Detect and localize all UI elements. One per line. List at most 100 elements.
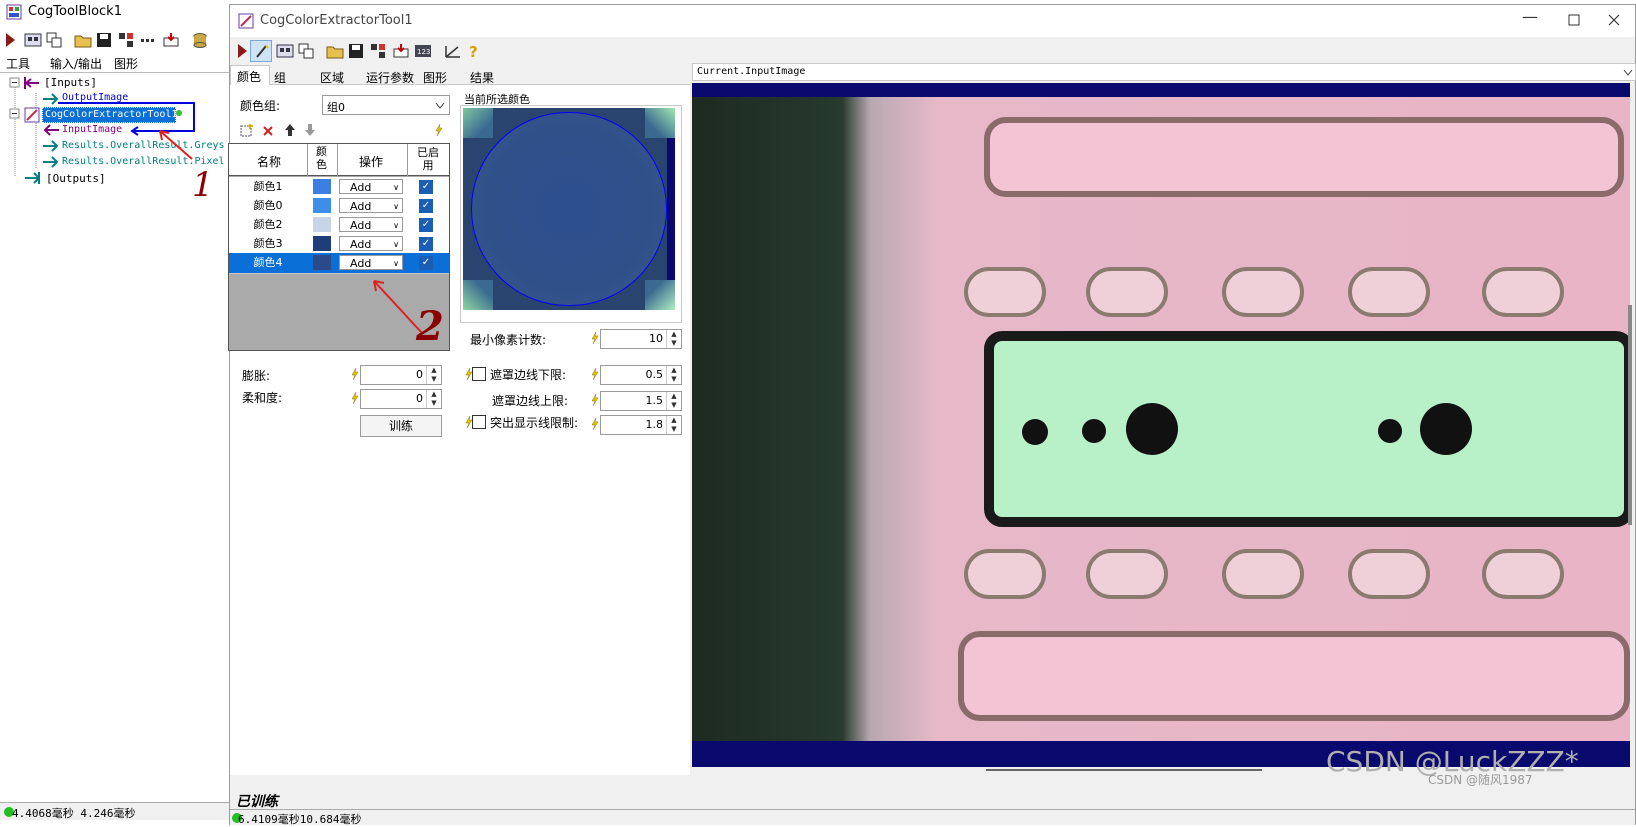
color-group-label: 颜色组: bbox=[240, 99, 281, 113]
min-pixel-electric-icon[interactable] bbox=[590, 331, 600, 345]
svg-text:?: ? bbox=[469, 43, 478, 59]
close-button[interactable] bbox=[1608, 14, 1620, 26]
min-pixel-value: 10 bbox=[649, 332, 663, 345]
numeric-icon[interactable]: 123 bbox=[414, 43, 432, 59]
color-row-name: 颜色1 bbox=[253, 180, 283, 193]
tab-color[interactable]: 颜色 bbox=[230, 65, 270, 86]
mask-lower-stepper[interactable]: ▲ ▼ bbox=[666, 366, 681, 384]
measure-icon[interactable] bbox=[444, 43, 462, 59]
database-icon[interactable] bbox=[192, 32, 208, 48]
delete-color-icon[interactable] bbox=[262, 125, 274, 137]
color-table-row[interactable]: 颜色3 Add ∨ ✓ bbox=[229, 234, 449, 255]
open-folder-icon[interactable] bbox=[74, 32, 92, 48]
image-horizontal-scrollbar[interactable] bbox=[986, 769, 1262, 771]
color-row-swatch bbox=[313, 217, 331, 232]
display-icon[interactable] bbox=[24, 32, 42, 48]
color-row-enabled-checkbox[interactable]: ✓ bbox=[419, 237, 433, 251]
min-pixel-label: 最小像素计数: bbox=[470, 333, 547, 347]
electric-toggle-button[interactable] bbox=[250, 40, 272, 62]
color-row-enabled-checkbox[interactable]: ✓ bbox=[419, 180, 433, 194]
image-display[interactable] bbox=[692, 83, 1630, 767]
preview-inner bbox=[471, 112, 667, 306]
tab-group[interactable]: 组 bbox=[274, 69, 286, 86]
color-group-select[interactable]: 组0 bbox=[322, 95, 450, 115]
mask-lower-value-electric-icon[interactable] bbox=[590, 367, 600, 381]
image-selector[interactable]: Current.InputImage bbox=[692, 63, 1636, 81]
color-row-swatch bbox=[313, 179, 331, 194]
dilate-input[interactable]: 0 ▲ ▼ bbox=[360, 365, 442, 385]
save-tool-icon[interactable] bbox=[348, 43, 364, 59]
chevron-down-icon: ∨ bbox=[393, 202, 399, 211]
dilate-electric-icon[interactable] bbox=[350, 367, 360, 381]
dots-icon[interactable] bbox=[140, 32, 158, 48]
header-divider-3 bbox=[407, 144, 408, 176]
toolblock-window: CogToolBlock1 工具 输入/输出 图形 [Inputs] Outpu… bbox=[0, 0, 230, 825]
copy-icon[interactable] bbox=[46, 32, 62, 48]
color-table-row[interactable]: 颜色1 Add ∨ ✓ bbox=[229, 177, 449, 198]
min-pixel-input[interactable]: 10 ▲ ▼ bbox=[600, 329, 682, 349]
help-icon[interactable]: ? bbox=[468, 43, 482, 59]
color-row-op-select[interactable]: Add ∨ bbox=[339, 198, 403, 213]
mask-upper-electric-icon[interactable] bbox=[590, 393, 600, 407]
image-pad bbox=[964, 267, 1046, 317]
image-vertical-scrollbar[interactable] bbox=[1628, 305, 1632, 525]
maximize-button[interactable] bbox=[1568, 14, 1580, 26]
mask-upper-stepper[interactable]: ▲ ▼ bbox=[666, 392, 681, 410]
highlight-stepper[interactable]: ▲ ▼ bbox=[666, 416, 681, 434]
chevron-down-icon: ∨ bbox=[393, 240, 399, 249]
toolblock-titlebar: CogToolBlock1 bbox=[0, 0, 230, 24]
softness-input[interactable]: 0 ▲ ▼ bbox=[360, 389, 442, 409]
color-row-op-select[interactable]: Add ∨ bbox=[339, 255, 403, 270]
train-button[interactable]: 训练 bbox=[360, 415, 442, 437]
tab-graphics[interactable]: 图形 bbox=[114, 55, 138, 72]
annotation-number-2: 2 bbox=[416, 303, 444, 350]
color-table-row[interactable]: 颜色0 Add ∨ ✓ bbox=[229, 196, 449, 217]
image-hole bbox=[1126, 403, 1178, 455]
dilate-stepper[interactable]: ▲ ▼ bbox=[426, 366, 441, 384]
tab-run-params[interactable]: 运行参数 bbox=[366, 69, 414, 86]
display-tool-icon[interactable] bbox=[276, 43, 294, 59]
mask-lower-checkbox[interactable] bbox=[472, 367, 486, 381]
mask-lower-input[interactable]: 0.5 ▲ ▼ bbox=[600, 365, 682, 385]
highlight-input[interactable]: 1.8 ▲ ▼ bbox=[600, 415, 682, 435]
minimize-button[interactable]: — bbox=[1522, 7, 1538, 26]
color-table-header: 名称 颜色 操作 已启用 bbox=[229, 144, 449, 176]
color-row-enabled-checkbox[interactable]: ✓ bbox=[419, 218, 433, 232]
tree-tool-icon[interactable] bbox=[370, 43, 386, 59]
run-icon[interactable] bbox=[4, 32, 16, 48]
highlight-value: 1.8 bbox=[645, 418, 664, 431]
tab-results[interactable]: 结果 bbox=[470, 69, 494, 86]
tab-tools[interactable]: 工具 bbox=[6, 55, 30, 72]
softness-electric-icon[interactable] bbox=[350, 391, 360, 405]
image-pad bbox=[1348, 549, 1430, 599]
move-down-icon[interactable] bbox=[304, 123, 316, 137]
copy-tool-icon[interactable] bbox=[298, 43, 314, 59]
move-up-icon[interactable] bbox=[284, 123, 296, 137]
softness-stepper[interactable]: ▲ ▼ bbox=[426, 390, 441, 408]
open-tool-icon[interactable] bbox=[326, 43, 344, 59]
import-tool-icon[interactable] bbox=[392, 43, 410, 59]
color-row-name: 颜色0 bbox=[253, 199, 283, 212]
color-table-row[interactable]: 颜色2 Add ∨ ✓ bbox=[229, 215, 449, 236]
tree-icon[interactable] bbox=[118, 32, 134, 48]
color-row-op-select[interactable]: Add ∨ bbox=[339, 179, 403, 194]
color-row-op: Add bbox=[350, 257, 372, 270]
color-row-op-select[interactable]: Add ∨ bbox=[339, 217, 403, 232]
highlight-value-electric-icon[interactable] bbox=[590, 417, 600, 431]
add-color-icon[interactable] bbox=[240, 123, 254, 137]
tab-region[interactable]: 区域 bbox=[320, 69, 344, 86]
min-pixel-stepper[interactable]: ▲ ▼ bbox=[666, 330, 681, 348]
tab-io[interactable]: 输入/输出 bbox=[50, 55, 102, 72]
import-icon[interactable] bbox=[162, 32, 180, 48]
annotation-number-1: 1 bbox=[192, 165, 214, 205]
color-row-enabled-checkbox[interactable]: ✓ bbox=[419, 256, 433, 270]
save-icon[interactable] bbox=[96, 32, 112, 48]
mask-upper-input[interactable]: 1.5 ▲ ▼ bbox=[600, 391, 682, 411]
color-row-op-select[interactable]: Add ∨ bbox=[339, 236, 403, 251]
highlight-checkbox[interactable] bbox=[472, 415, 486, 429]
color-row-enabled-checkbox[interactable]: ✓ bbox=[419, 199, 433, 213]
extractor-tabs: 颜色 组 区域 运行参数 图形 结果 bbox=[230, 65, 690, 86]
list-electric-icon[interactable] bbox=[434, 123, 444, 137]
run-tool-icon[interactable] bbox=[236, 43, 248, 59]
tab-graphics-main[interactable]: 图形 bbox=[423, 69, 447, 86]
